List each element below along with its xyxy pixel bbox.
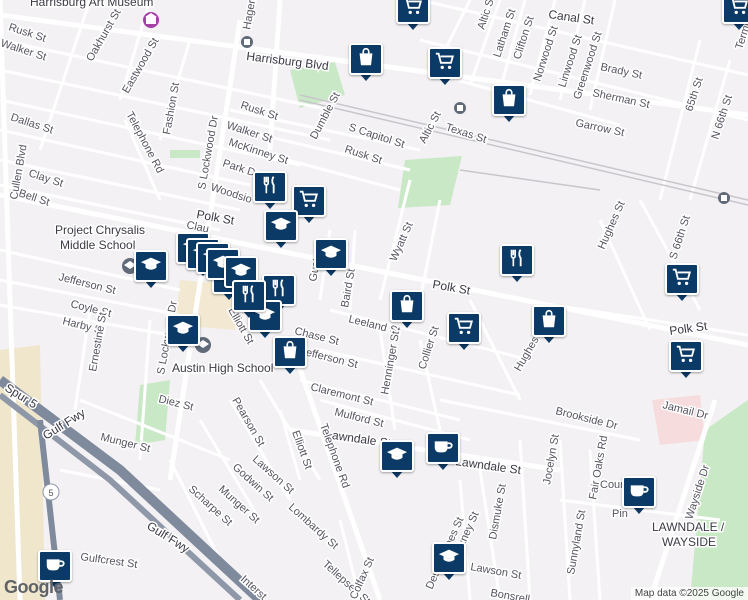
grocery-marker[interactable] (396, 0, 430, 32)
shop-marker[interactable] (532, 305, 566, 345)
area-label-line1: LAWNDALE / (652, 520, 725, 534)
interstate-shield: 5 (42, 483, 60, 501)
grocery-marker[interactable] (669, 340, 703, 380)
school-marker[interactable] (432, 542, 466, 582)
coffee-cup-icon (432, 435, 454, 462)
school-label-line1: Project Chrysalis (55, 223, 145, 237)
cafe-marker[interactable] (622, 476, 656, 516)
fork-knife-icon (506, 247, 528, 274)
shopping-bag-icon (279, 339, 301, 366)
cart-icon (675, 343, 697, 370)
shopping-bag-icon (396, 293, 418, 320)
coffee-cup-icon (44, 553, 66, 580)
transit-icon[interactable] (718, 192, 730, 204)
school-marker[interactable] (166, 314, 200, 354)
shop-marker[interactable] (349, 43, 383, 83)
svg-text:5: 5 (48, 488, 53, 498)
restaurant-marker[interactable] (500, 244, 534, 284)
graduation-cap-icon (320, 241, 342, 268)
transit-icon[interactable] (454, 102, 466, 114)
cart-icon (728, 0, 748, 22)
graduation-cap-icon (140, 253, 162, 280)
transit-icon[interactable] (241, 36, 253, 48)
school-marker[interactable] (264, 210, 298, 250)
fork-knife-icon (259, 174, 281, 201)
cart-icon (453, 315, 475, 342)
map-logo: Google (4, 577, 64, 597)
shopping-bag-icon (538, 308, 560, 335)
cafe-marker[interactable] (426, 432, 460, 472)
graduation-cap-icon (172, 317, 194, 344)
cart-icon (298, 188, 320, 215)
restaurant-marker[interactable] (253, 171, 287, 211)
coffee-cup-icon (628, 479, 650, 506)
museum-icon[interactable] (143, 12, 159, 28)
map-attribution: Map data ©2025 Google (630, 587, 748, 600)
shop-marker[interactable] (492, 84, 526, 124)
austin-high-label: Austin High School (172, 361, 273, 375)
shop-marker[interactable] (273, 336, 307, 376)
shopping-bag-icon (498, 87, 520, 114)
area-label-line2: WAYSIDE (662, 535, 716, 549)
cart-icon (402, 0, 424, 22)
fork-knife-icon (238, 283, 260, 310)
school-marker[interactable] (380, 440, 414, 480)
grocery-marker[interactable] (428, 47, 462, 87)
grocery-marker[interactable] (447, 312, 481, 352)
museum-label: Harrisburg Art Museum (30, 0, 153, 9)
shopping-bag-icon (355, 46, 377, 73)
graduation-cap-icon (438, 545, 460, 572)
graduation-cap-icon (270, 213, 292, 240)
shop-marker[interactable] (390, 290, 424, 330)
graduation-cap-icon (386, 443, 408, 470)
cart-icon (434, 50, 456, 77)
restaurant-marker[interactable] (232, 280, 266, 320)
park-area (170, 150, 200, 158)
grocery-marker[interactable] (665, 263, 699, 303)
school-marker[interactable] (134, 250, 168, 290)
school-marker[interactable] (314, 238, 348, 278)
cart-icon (671, 266, 693, 293)
school-label-line2: Middle School (60, 238, 135, 252)
grocery-marker[interactable] (722, 0, 748, 32)
